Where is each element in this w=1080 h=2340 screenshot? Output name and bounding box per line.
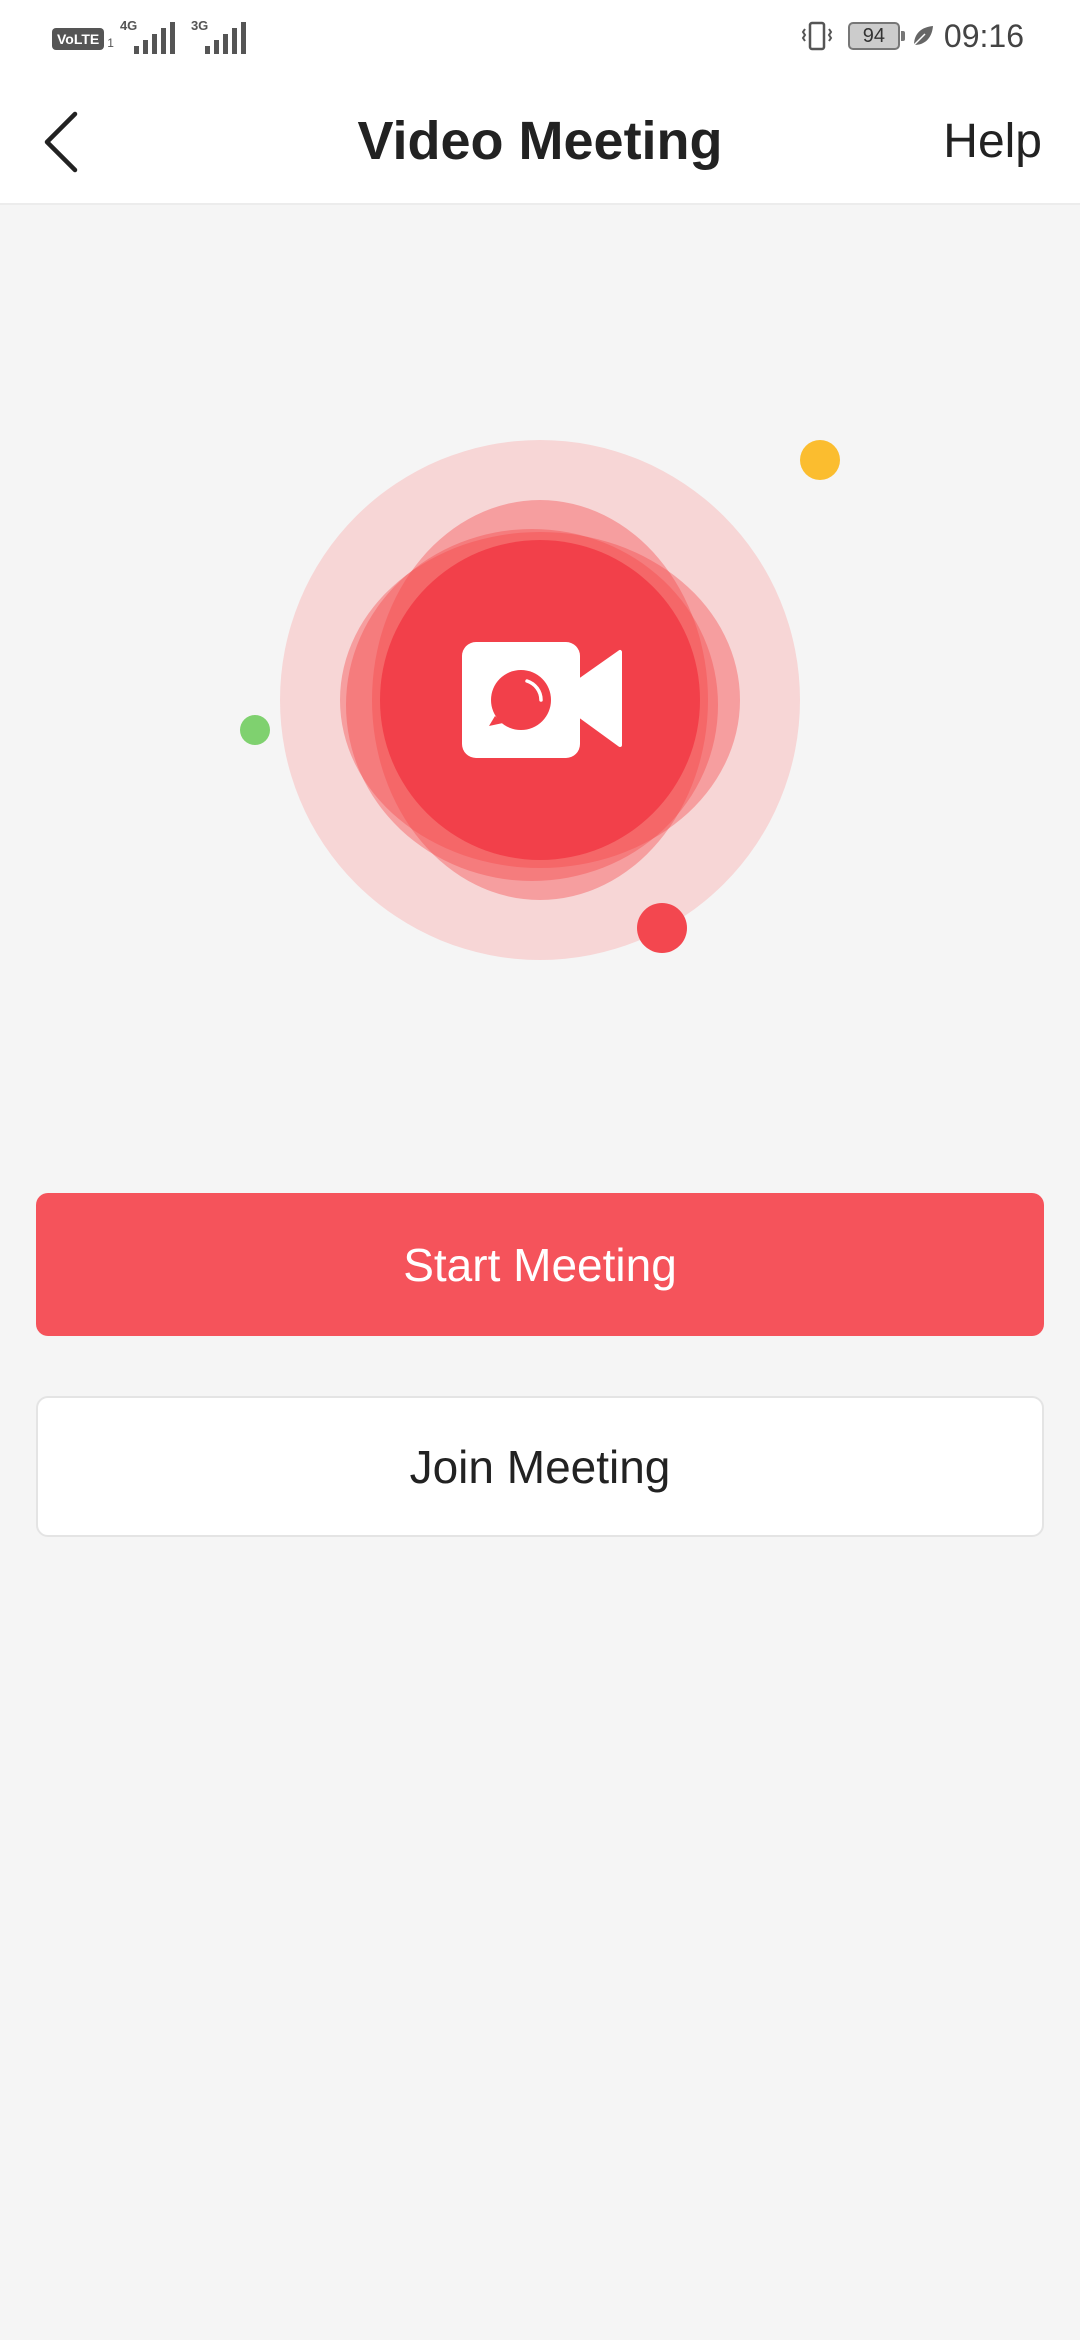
status-bar: VoLTE 1 4G 3G 94 09:16: [0, 0, 1080, 72]
network-type-4g: 4G: [119, 18, 138, 33]
page-title: Video Meeting: [357, 111, 723, 171]
start-meeting-button[interactable]: Start Meeting: [36, 1193, 1044, 1336]
status-time: 09:16: [943, 17, 1024, 54]
network-type-3g: 3G: [190, 18, 209, 33]
app-header: Video Meeting Help: [0, 72, 1080, 205]
status-left: VoLTE 1 4G 3G: [52, 18, 262, 54]
start-meeting-label: Start Meeting: [403, 1238, 677, 1291]
leaf-icon: [913, 26, 933, 46]
join-meeting-label: Join Meeting: [409, 1440, 671, 1493]
sim-number: 1: [107, 36, 114, 50]
signal-4g: 4G: [120, 18, 175, 54]
signal-3g: 3G: [191, 18, 246, 54]
battery-level: 94: [862, 25, 886, 47]
volte-badge: VoLTE: [52, 28, 105, 50]
video-meeting-illustration: [0, 205, 1080, 1005]
status-right: 94 09:16: [800, 14, 1024, 58]
join-meeting-button[interactable]: Join Meeting: [36, 1396, 1044, 1537]
vibrate-icon: [801, 21, 833, 51]
battery-icon: 94: [847, 22, 905, 50]
camera-halo-graphic: [240, 440, 840, 960]
red-dot: [637, 903, 687, 953]
help-link[interactable]: Help: [943, 114, 1042, 169]
green-dot: [240, 715, 270, 745]
yellow-dot: [800, 440, 840, 480]
